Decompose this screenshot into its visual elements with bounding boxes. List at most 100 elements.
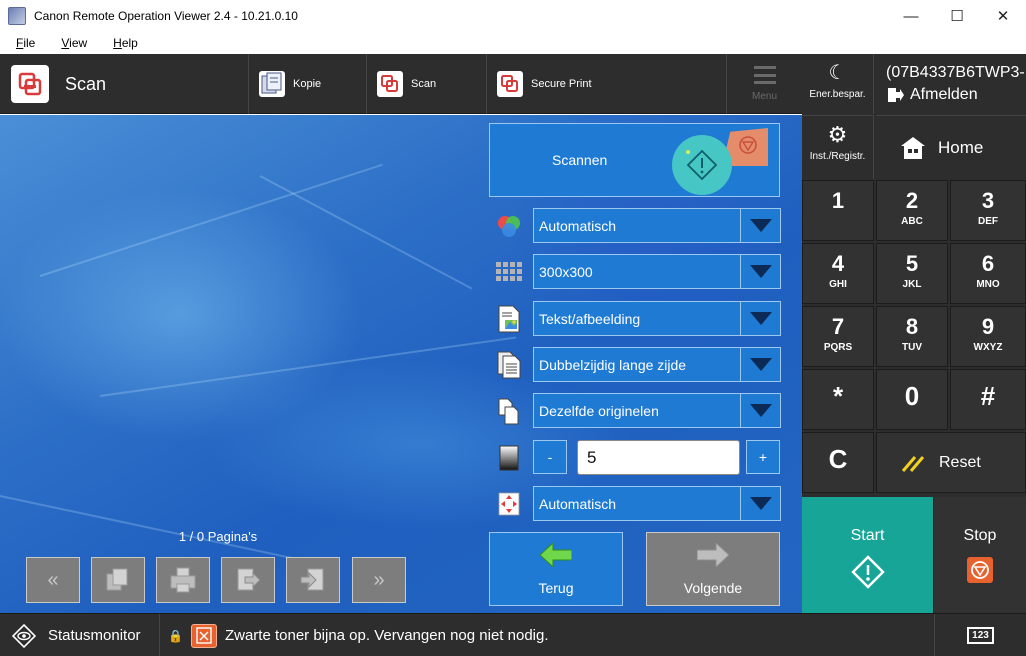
scan-logo-icon — [11, 65, 49, 103]
density-decrease-button[interactable]: - — [533, 440, 567, 474]
resolution-dropdown[interactable]: 300x300 — [533, 254, 781, 289]
original-type-setting: Tekst/afbeelding — [493, 301, 781, 337]
original-size-icon — [495, 397, 523, 425]
background-streak — [39, 163, 383, 277]
original-size-dropdown[interactable]: Dezelfde originelen — [533, 393, 781, 428]
key-hash[interactable]: # — [950, 369, 1026, 430]
app-icon — [8, 7, 26, 25]
lock-icon: 🔒 — [168, 628, 183, 643]
logout-button[interactable]: Afmelden — [886, 84, 1025, 106]
menu-view[interactable]: View — [53, 36, 87, 50]
page-arrow-in-icon — [300, 568, 324, 591]
energy-saver-button[interactable]: ☾ Ener.bespar. — [802, 54, 874, 114]
minimize-icon: — — [903, 7, 919, 25]
move-page-out-button[interactable] — [221, 557, 275, 603]
reset-button[interactable]: Reset — [876, 432, 1026, 493]
start-icon — [850, 555, 885, 589]
print-pages-button[interactable] — [156, 557, 210, 603]
original-type-icon — [495, 305, 523, 333]
dropdown-arrow-icon — [740, 209, 780, 242]
stop-button[interactable]: Stop — [934, 497, 1026, 613]
resolution-icon — [495, 258, 523, 286]
double-chevron-right-icon: » — [373, 568, 385, 591]
color-mode-setting: Automatisch — [493, 208, 781, 244]
density-value-field[interactable]: 5 — [577, 440, 740, 475]
start-button[interactable]: Start — [802, 497, 934, 613]
home-icon — [901, 136, 925, 159]
maximize-button[interactable]: ☐ — [934, 0, 980, 32]
background-streak — [0, 495, 294, 560]
clear-button[interactable]: C — [802, 432, 874, 493]
key-7[interactable]: 7 PQRS — [802, 306, 874, 367]
scan-start-button[interactable]: Scannen — [489, 123, 780, 197]
size-dropdown[interactable]: Automatisch — [533, 486, 781, 521]
stack-pages-button[interactable] — [91, 557, 145, 603]
printer-icon — [170, 567, 196, 593]
menu-button[interactable]: Menu — [726, 54, 802, 114]
key-5[interactable]: 5 JKL — [876, 243, 948, 304]
duplex-setting: Dubbelzijdig lange zijde — [493, 347, 781, 383]
dropdown-arrow-icon — [740, 255, 780, 288]
dropdown-arrow-icon — [740, 302, 780, 335]
gear-icon: ⚙ — [827, 122, 848, 147]
key-8[interactable]: 8 TUV — [876, 306, 948, 367]
page-counter: 1 / 0 Pagina's — [178, 529, 258, 544]
close-button[interactable]: ✕ — [980, 0, 1026, 32]
user-id: (07B4337B6TWP3- — [886, 64, 1025, 81]
status-message-text: Zwarte toner bijna op. Vervangen nog nie… — [224, 627, 549, 644]
dropdown-arrow-icon — [740, 394, 780, 427]
background-streak — [99, 336, 517, 397]
move-page-in-button[interactable] — [286, 557, 340, 603]
next-button[interactable]: Volgende — [646, 532, 780, 606]
home-button[interactable]: Home — [876, 115, 1026, 179]
original-type-dropdown[interactable]: Tekst/afbeelding — [533, 301, 781, 336]
color-mode-dropdown[interactable]: Automatisch — [533, 208, 781, 243]
last-page-button[interactable]: » — [352, 557, 406, 603]
current-function: Scan — [0, 54, 248, 114]
maximize-icon: ☐ — [950, 8, 964, 25]
toner-warning-icon — [190, 623, 217, 648]
status-monitor-button[interactable]: Statusmonitor — [0, 614, 160, 656]
size-setting: Automatisch — [493, 486, 781, 522]
settings-registration-button[interactable]: ⚙ Inst./Registr. — [802, 115, 874, 179]
double-chevron-left-icon: « — [47, 568, 59, 591]
first-page-button[interactable]: « — [26, 557, 80, 603]
current-function-label: Scan — [65, 73, 107, 94]
user-info: (07B4337B6TWP3- Afmelden — [886, 62, 1025, 106]
control-panel: ☾ Ener.bespar. (07B4337B6TWP3- Afmelden … — [802, 54, 1026, 613]
moon-icon: ☾ — [828, 62, 847, 84]
key-4[interactable]: 4 GHI — [802, 243, 874, 304]
copy-icon — [259, 71, 285, 97]
page-arrow-right-icon — [237, 568, 261, 591]
logout-icon — [888, 88, 904, 102]
dropdown-arrow-icon — [740, 487, 780, 520]
key-3[interactable]: 3 DEF — [950, 180, 1026, 241]
density-increase-button[interactable]: + — [746, 440, 780, 474]
function-copy-button[interactable]: Kopie — [248, 54, 366, 114]
reset-icon — [901, 455, 925, 472]
key-6[interactable]: 6 MNO — [950, 243, 1026, 304]
key-0[interactable]: 0 — [876, 369, 948, 430]
key-2[interactable]: 2 ABC — [876, 180, 948, 241]
numeric-keypad-toggle[interactable]: 123 — [934, 614, 1026, 656]
key-asterisk[interactable]: * — [802, 369, 874, 430]
function-scan-button[interactable]: Scan — [366, 54, 486, 114]
menu-help[interactable]: Help — [105, 36, 138, 50]
arrow-left-icon — [540, 543, 572, 567]
minimize-button[interactable]: — — [888, 0, 934, 32]
key-1[interactable]: 1 — [802, 180, 874, 241]
menu-file[interactable]: File — [8, 36, 35, 50]
density-setting: - 5 + — [493, 440, 781, 476]
arrow-right-icon — [697, 543, 729, 567]
duplex-icon — [495, 351, 523, 379]
back-button[interactable]: Terug — [489, 532, 623, 606]
window-title-bar: Canon Remote Operation Viewer 2.4 - 10.2… — [0, 0, 1026, 32]
function-secure-print-button[interactable]: Secure Print — [486, 54, 726, 114]
menu-hamburger-icon — [753, 66, 776, 84]
key-9[interactable]: 9 WXYZ — [950, 306, 1026, 367]
page-stack-icon — [106, 568, 128, 591]
window-title: Canon Remote Operation Viewer 2.4 - 10.2… — [34, 9, 298, 23]
close-icon: ✕ — [996, 8, 1010, 25]
original-size-setting: Dezelfde originelen — [493, 393, 781, 429]
duplex-dropdown[interactable]: Dubbelzijdig lange zijde — [533, 347, 781, 382]
